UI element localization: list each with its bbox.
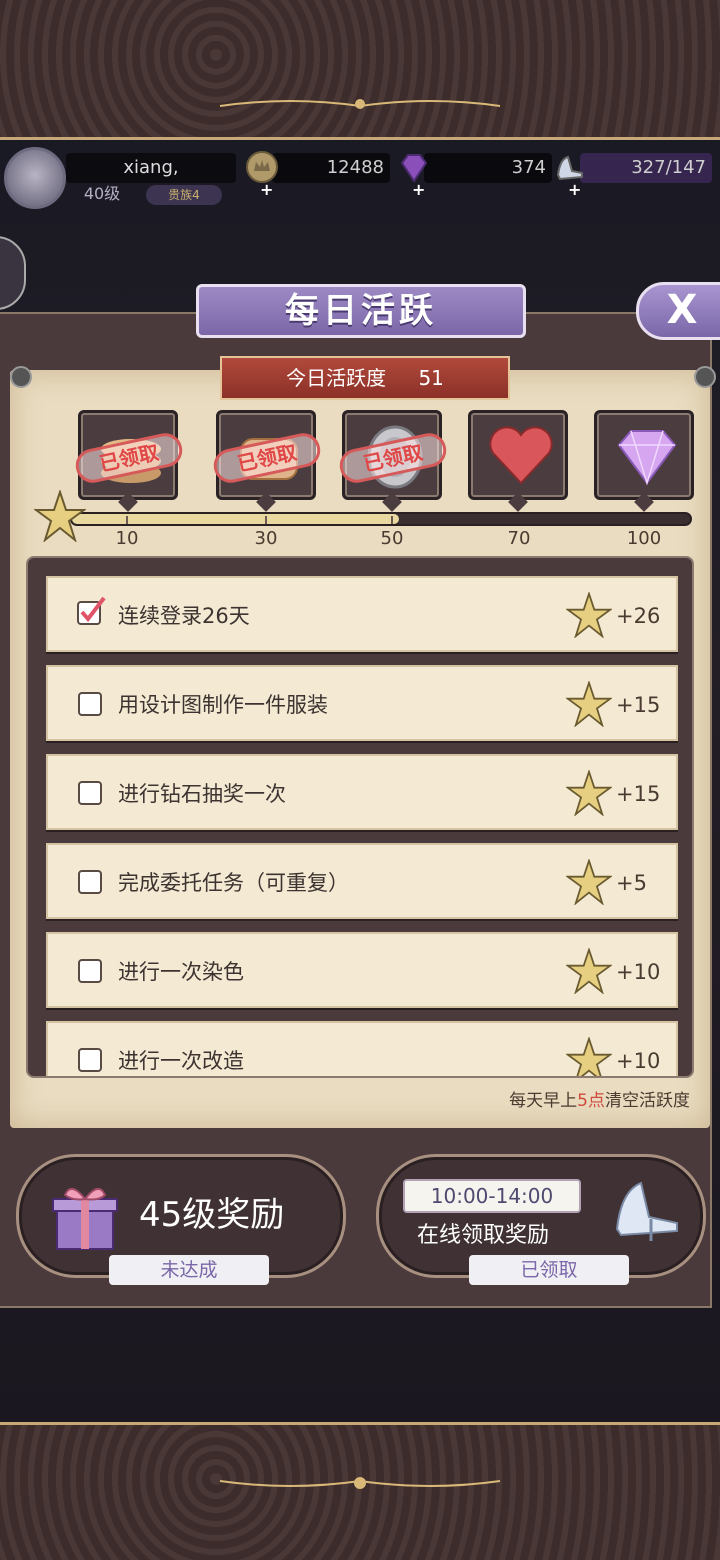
milestone-label: 30 bbox=[254, 528, 278, 549]
milestone-label: 100 bbox=[626, 528, 662, 549]
checkbox-icon bbox=[78, 781, 102, 805]
level-reward-status: 未达成 bbox=[109, 1255, 269, 1285]
gems-value: 374 bbox=[511, 157, 546, 178]
activity-progress-bar bbox=[70, 512, 692, 526]
milestone-reward-50[interactable]: 已领取 bbox=[336, 410, 450, 512]
star-icon bbox=[566, 681, 612, 727]
task-points: +26 bbox=[616, 604, 661, 628]
activity-score-value: 51 bbox=[418, 366, 444, 390]
pin-icon bbox=[10, 366, 32, 388]
checkbox-icon bbox=[78, 1048, 102, 1072]
gift-box-icon bbox=[52, 1188, 118, 1250]
level-reward-card[interactable]: 45级奖励 未达成 bbox=[16, 1154, 346, 1285]
task-label: 用设计图制作一件服装 bbox=[118, 693, 328, 717]
coins-counter[interactable]: + 12488 bbox=[246, 151, 390, 199]
online-reward-time: 10:00-14:00 bbox=[403, 1179, 581, 1213]
task-label: 连续登录26天 bbox=[118, 604, 250, 628]
heart-icon bbox=[489, 426, 553, 485]
online-reward-card[interactable]: 10:00-14:00 在线领取奖励 已领取 bbox=[376, 1154, 706, 1285]
star-icon bbox=[566, 1037, 612, 1076]
task-label: 完成委托任务（可重复） bbox=[118, 871, 349, 895]
star-icon bbox=[566, 859, 612, 905]
star-icon bbox=[34, 490, 86, 542]
milestone-reward-100[interactable] bbox=[594, 410, 694, 512]
player-status-bar: xiang, 40级 贵族4 + 12488 + 374 + 327/147 bbox=[0, 145, 720, 215]
bottom-ornament-band bbox=[0, 1422, 720, 1560]
checkbox-icon bbox=[78, 692, 102, 716]
flourish-ornament-icon bbox=[219, 99, 501, 109]
list-item[interactable]: 连续登录26天 +26 bbox=[46, 576, 678, 652]
activity-score-label: 今日活跃度 bbox=[286, 366, 387, 390]
checkbox-checked-icon bbox=[77, 596, 106, 625]
milestone-reward-30[interactable]: 已领取 bbox=[210, 410, 324, 512]
reset-note: 每天早上5点清空活跃度 bbox=[509, 1091, 690, 1111]
glass-slipper-icon bbox=[615, 1181, 678, 1241]
coins-value: 12488 bbox=[326, 157, 384, 178]
milestone-reward-70[interactable] bbox=[468, 410, 568, 512]
level-reward-title: 45级奖励 bbox=[139, 1195, 285, 1235]
stamina-value: 327/147 bbox=[631, 157, 706, 178]
player-level: 40级 bbox=[83, 184, 121, 203]
task-label: 进行一次染色 bbox=[118, 960, 244, 984]
add-coins-icon[interactable]: + bbox=[260, 175, 273, 205]
add-gems-icon[interactable]: + bbox=[412, 175, 425, 205]
rank-badge: 贵族4 bbox=[146, 185, 222, 205]
list-item[interactable]: 进行一次染色 +10 bbox=[46, 932, 678, 1008]
gems-counter[interactable]: + 374 bbox=[400, 153, 552, 199]
star-icon bbox=[566, 592, 612, 638]
top-ornament-band bbox=[0, 0, 720, 140]
activity-score-ribbon: 今日活跃度 51 bbox=[220, 356, 510, 400]
close-button[interactable]: X bbox=[636, 282, 720, 340]
list-item[interactable]: 进行一次改造 +10 bbox=[46, 1021, 678, 1076]
list-item[interactable]: 用设计图制作一件服装 +15 bbox=[46, 665, 678, 741]
online-reward-title: 在线领取奖励 bbox=[417, 1223, 550, 1248]
username: xiang, bbox=[66, 153, 236, 183]
milestone-reward-10[interactable]: 已领取 bbox=[72, 410, 186, 512]
task-label: 进行钻石抽奖一次 bbox=[118, 782, 286, 806]
online-reward-status: 已领取 bbox=[469, 1255, 629, 1285]
panel-title: 每日活跃 bbox=[196, 284, 526, 338]
flourish-ornament-icon bbox=[219, 1477, 501, 1489]
task-list[interactable]: 连续登录26天 +26 用设计图制作一件服装 +15 进行钻石抽奖一次 +15 … bbox=[26, 556, 694, 1078]
list-item[interactable]: 进行钻石抽奖一次 +15 bbox=[46, 754, 678, 830]
activity-progress-fill bbox=[72, 514, 400, 524]
avatar[interactable] bbox=[4, 147, 66, 209]
milestone-label: 50 bbox=[380, 528, 404, 549]
checkbox-icon bbox=[78, 870, 102, 894]
task-label: 进行一次改造 bbox=[118, 1049, 244, 1073]
pin-icon bbox=[694, 366, 716, 388]
add-stamina-icon[interactable]: + bbox=[568, 175, 581, 205]
list-item[interactable]: 完成委托任务（可重复） +5 bbox=[46, 843, 678, 919]
task-points: +10 bbox=[616, 1049, 661, 1073]
star-icon bbox=[566, 770, 612, 816]
diamond-icon bbox=[617, 430, 677, 486]
task-points: +15 bbox=[616, 782, 661, 806]
task-points: +5 bbox=[616, 871, 647, 895]
checkbox-icon bbox=[78, 959, 102, 983]
milestone-label: 70 bbox=[507, 528, 531, 549]
task-points: +10 bbox=[616, 960, 661, 984]
star-icon bbox=[566, 948, 612, 994]
stamina-counter[interactable]: + 327/147 bbox=[556, 153, 712, 199]
task-points: +15 bbox=[616, 693, 661, 717]
milestone-label: 10 bbox=[115, 528, 139, 549]
